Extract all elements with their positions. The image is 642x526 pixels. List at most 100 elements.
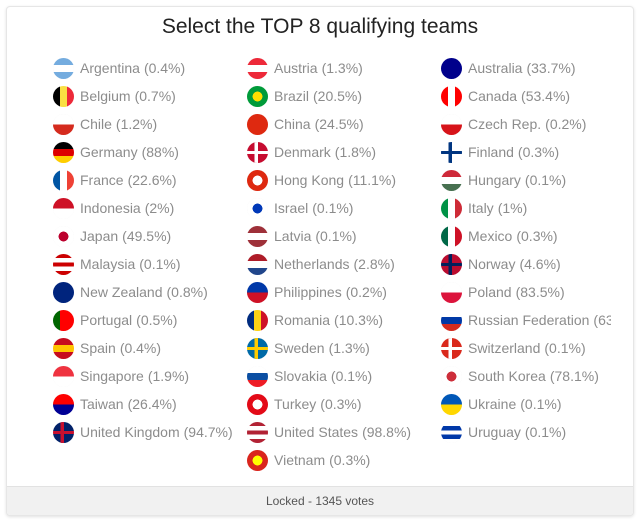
team-option-percentage: (1.2%) [115,116,158,132]
flag-chile-icon [53,113,74,135]
team-option-percentage: (0.3%) [516,228,558,244]
team-option-china[interactable]: China (24.5%) [247,110,441,138]
flag-russia-icon [441,309,462,331]
team-option-united-kingdom[interactable]: United Kingdom (94.7%) [53,418,247,446]
team-option-spain[interactable]: Spain (0.4%) [53,334,247,362]
team-option-label: China [274,116,311,132]
flag-australia-icon [441,57,462,79]
team-option-percentage: (83.5%) [515,284,565,300]
team-option-percentage: (0.1%) [524,424,567,440]
team-option-portugal[interactable]: Portugal (0.5%) [53,306,247,334]
team-option-belgium[interactable]: Belgium (0.7%) [53,82,247,110]
team-option-uruguay[interactable]: Uruguay (0.1%) [441,418,611,446]
flag-germany-icon [53,141,74,163]
flag-hungary-icon [441,169,462,191]
team-option-percentage: (98.8%) [362,424,412,440]
flag-hong-kong-icon [247,169,268,191]
team-option-czech-republic[interactable]: Czech Rep. (0.2%) [441,110,611,138]
team-option-percentage: (10.3%) [334,312,384,328]
flag-norway-icon [441,253,462,275]
team-option-percentage: (0.3%) [517,144,560,160]
team-option-denmark[interactable]: Denmark (1.8%) [247,138,441,166]
flag-sweden-icon [247,337,268,359]
team-option-percentage: (0.4%) [143,60,186,76]
team-option-label: Singapore [80,368,144,384]
team-option-percentage: (0.1%) [544,340,586,356]
team-option-sweden[interactable]: Sweden (1.3%) [247,334,441,362]
team-option-label: Switzerland [468,340,541,356]
team-option-percentage: (94.7%) [183,424,233,440]
team-option-vietnam[interactable]: Vietnam (0.3%) [247,446,441,474]
team-option-label: Brazil [274,88,310,104]
team-option-united-states[interactable]: United States (98.8%) [247,418,441,446]
team-option-label: Israel [274,200,309,216]
team-option-south-korea[interactable]: South Korea (78.1%) [441,362,611,390]
team-option-slovakia[interactable]: Slovakia (0.1%) [247,362,441,390]
team-option-new-zealand[interactable]: New Zealand (0.8%) [53,278,247,306]
flag-finland-icon [441,141,462,163]
team-option-hong-kong[interactable]: Hong Kong (11.1%) [247,166,441,194]
team-option-brazil[interactable]: Brazil (20.5%) [247,82,441,110]
flag-china-icon [247,113,268,135]
team-option-japan[interactable]: Japan (49.5%) [53,222,247,250]
team-option-singapore[interactable]: Singapore (1.9%) [53,362,247,390]
team-option-label: Netherlands [274,256,350,272]
team-option-label: Czech Rep. [468,116,542,132]
team-option-ukraine[interactable]: Ukraine (0.1%) [441,390,611,418]
team-option-label: Norway [468,256,516,272]
team-option-percentage: (0.1%) [312,200,354,216]
team-option-percentage: (0.1%) [330,368,373,384]
team-option-latvia[interactable]: Latvia (0.1%) [247,222,441,250]
flag-spain-icon [53,337,74,359]
team-option-percentage: (1%) [497,200,528,216]
team-option-label: United States [274,424,359,440]
team-option-percentage: (0.3%) [329,452,371,468]
team-option-percentage: (33.7%) [526,60,576,76]
team-option-label: Belgium [80,88,131,104]
team-option-germany[interactable]: Germany (88%) [53,138,247,166]
flag-japan-icon [53,225,74,247]
team-option-taiwan[interactable]: Taiwan (26.4%) [53,390,247,418]
team-option-percentage: (63 [593,312,611,328]
team-option-label: Turkey [274,396,317,412]
team-option-norway[interactable]: Norway (4.6%) [441,250,611,278]
team-option-label: Hong Kong [274,172,345,188]
team-option-france[interactable]: France (22.6%) [53,166,247,194]
team-option-canada[interactable]: Canada (53.4%) [441,82,611,110]
team-option-turkey[interactable]: Turkey (0.3%) [247,390,441,418]
team-option-indonesia[interactable]: Indonesia (2%) [53,194,247,222]
team-option-hungary[interactable]: Hungary (0.1%) [441,166,611,194]
poll-status-footer: Locked - 1345 votes [7,486,633,515]
team-option-label: Uruguay [468,424,521,440]
team-option-label: Mexico [468,228,513,244]
team-option-label: Denmark [274,144,331,160]
team-option-finland[interactable]: Finland (0.3%) [441,138,611,166]
team-option-mexico[interactable]: Mexico (0.3%) [441,222,611,250]
flag-switzerland-icon [441,337,462,359]
team-option-romania[interactable]: Romania (10.3%) [247,306,441,334]
flag-south-korea-icon [441,365,462,387]
team-option-poland[interactable]: Poland (83.5%) [441,278,611,306]
team-option-australia[interactable]: Australia (33.7%) [441,54,611,82]
flag-mexico-icon [441,225,462,247]
team-option-chile[interactable]: Chile (1.2%) [53,110,247,138]
team-option-percentage: (0.1%) [524,172,567,188]
team-option-percentage: (0.1%) [139,256,181,272]
team-option-switzerland[interactable]: Switzerland (0.1%) [441,334,611,362]
team-option-israel[interactable]: Israel (0.1%) [247,194,441,222]
team-option-label: New Zealand [80,284,163,300]
team-option-percentage: (0.4%) [119,340,162,356]
team-option-argentina[interactable]: Argentina (0.4%) [53,54,247,82]
flag-new-zealand-icon [53,281,74,303]
team-option-philippines[interactable]: Philippines (0.2%) [247,278,441,306]
team-option-percentage: (0.5%) [136,312,178,328]
team-option-austria[interactable]: Austria (1.3%) [247,54,441,82]
team-option-italy[interactable]: Italy (1%) [441,194,611,222]
flag-italy-icon [441,197,462,219]
team-option-russia[interactable]: Russian Federation(63 [441,306,611,334]
team-option-percentage: (22.6%) [127,172,177,188]
team-option-malaysia[interactable]: Malaysia (0.1%) [53,250,247,278]
team-option-netherlands[interactable]: Netherlands (2.8%) [247,250,441,278]
team-option-percentage: (1.3%) [328,340,370,356]
team-option-label: Latvia [274,228,312,244]
